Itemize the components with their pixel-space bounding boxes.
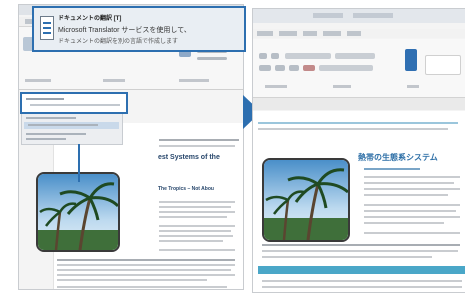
font-name-box[interactable] (285, 53, 331, 59)
text-line (159, 145, 235, 147)
menu-item[interactable] (26, 133, 86, 135)
cut-icon[interactable] (259, 53, 267, 59)
ribbon-group-label (407, 85, 419, 88)
reviewing-pane-option[interactable] (197, 57, 227, 60)
styles-icon[interactable] (405, 49, 417, 71)
text-line (57, 264, 235, 266)
text-line (159, 225, 235, 227)
ribbon-group-label (333, 85, 351, 88)
text-line (364, 194, 448, 196)
text-line (364, 176, 460, 178)
font-color-icon[interactable] (303, 65, 315, 71)
text-line (159, 249, 235, 251)
source-subheading: The Tropics – Not Abou (158, 186, 214, 192)
italic-icon[interactable] (275, 65, 285, 71)
text-line (159, 201, 235, 203)
copy-icon[interactable] (271, 53, 279, 59)
paragraph-group[interactable] (319, 65, 373, 71)
text-line (159, 211, 235, 213)
palm-tree-image (36, 172, 120, 252)
text-line (364, 182, 454, 184)
text-line (364, 204, 460, 206)
text-line (159, 230, 231, 232)
text-line (159, 235, 233, 237)
tab-home[interactable] (279, 31, 297, 36)
text-line (159, 139, 239, 141)
text-line (57, 286, 227, 288)
ribbon-tabs (253, 29, 465, 38)
ribbon-group-label (179, 79, 209, 82)
table-header (258, 266, 465, 274)
text-line (364, 188, 460, 190)
ribbon-group-label (265, 85, 287, 88)
translated-heading: 熱帯の生態系システム (358, 153, 438, 162)
translate-document-tooltip: ドキュメントの翻訳 [T] Microsoft Translator サービスを… (32, 6, 246, 52)
underline-icon[interactable] (289, 65, 299, 71)
bold-icon[interactable] (259, 65, 271, 71)
tooltip-description: ドキュメントの翻訳を別の言語で作成します (58, 39, 179, 45)
tab-insert[interactable] (303, 31, 317, 36)
source-heading: est Systems of the (158, 154, 220, 161)
text-line (262, 256, 432, 258)
text-line (364, 168, 420, 170)
text-line (364, 222, 444, 224)
table-row (262, 286, 462, 288)
tab-review[interactable] (347, 31, 361, 36)
text-line (159, 216, 227, 218)
tooltip-description: Microsoft Translator サービスを使用して、 (58, 27, 191, 34)
translate-menu-highlight[interactable] (20, 92, 128, 114)
tab-layout[interactable] (323, 31, 341, 36)
callout-connector (78, 144, 80, 182)
text-line (364, 216, 460, 218)
text-line (57, 269, 231, 271)
menu-item[interactable] (26, 138, 66, 140)
ruler (253, 98, 465, 110)
tab-file[interactable] (257, 31, 273, 36)
text-line (57, 274, 235, 276)
text-line (57, 279, 207, 281)
ribbon (253, 39, 465, 98)
ribbon-group-label (103, 79, 125, 82)
style-gallery[interactable] (425, 55, 461, 75)
ribbon-group-label (25, 79, 51, 82)
table-row (262, 280, 462, 282)
title-bar (253, 9, 465, 23)
palm-tree-image (262, 158, 350, 242)
text-line (262, 250, 458, 252)
translate-document-icon (40, 16, 54, 40)
tooltip-title: ドキュメントの翻訳 [T] (58, 16, 122, 22)
menu-item[interactable] (26, 117, 76, 119)
menu-item-description (30, 104, 120, 106)
text-line (258, 122, 458, 124)
menu-item[interactable] (28, 124, 98, 126)
text-line (364, 210, 456, 212)
font-size-box[interactable] (335, 53, 375, 59)
text-line (258, 128, 448, 130)
text-line (159, 206, 231, 208)
translate-submenu (21, 113, 123, 145)
menu-item-translate-document[interactable] (26, 98, 64, 100)
text-line (364, 232, 460, 234)
text-line (57, 259, 235, 261)
text-line (262, 244, 460, 246)
text-line (159, 240, 223, 242)
